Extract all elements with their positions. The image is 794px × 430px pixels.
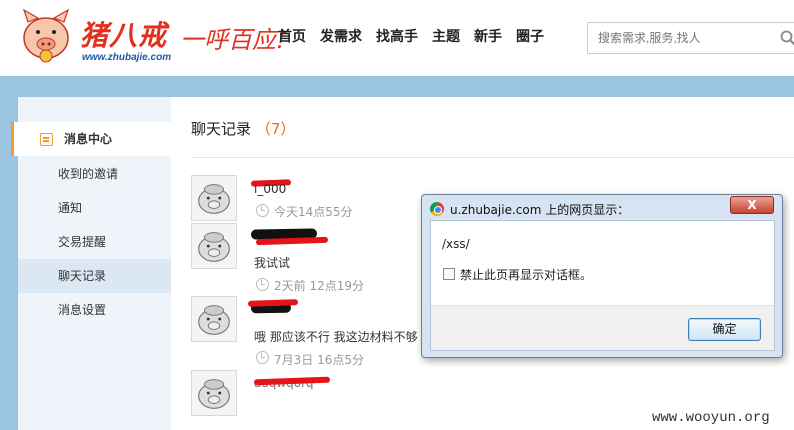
search-icon[interactable] xyxy=(780,30,794,46)
chat-count: （7） xyxy=(256,120,296,138)
sidebar-item-notifications[interactable]: 通知 xyxy=(18,191,171,225)
search-box xyxy=(587,22,794,54)
dialog-title: u.zhubajie.com 上的网页显示： xyxy=(450,203,630,217)
avatar[interactable] xyxy=(191,175,237,221)
page-title: 聊天记录 （7） xyxy=(191,118,295,139)
close-button[interactable]: X xyxy=(730,196,774,214)
pig-avatar-icon xyxy=(198,184,230,214)
ok-button[interactable]: 确定 xyxy=(688,318,761,341)
sidebar-item-label: 消息设置 xyxy=(58,303,107,317)
nav-topics[interactable]: 主题 xyxy=(432,26,460,46)
search-input[interactable] xyxy=(598,29,768,47)
dialog-message: /xss/ xyxy=(442,237,470,251)
clock-icon xyxy=(256,204,269,217)
chat-username[interactable]: i_000 xyxy=(254,182,286,196)
chrome-icon xyxy=(430,202,444,216)
sidebar-item-label: 收到的邀请 xyxy=(58,167,119,181)
brand-text: 猪八戒 xyxy=(80,19,168,52)
chat-message: 我试试 xyxy=(254,256,291,270)
nav-circles[interactable]: 圈子 xyxy=(516,26,544,46)
avatar[interactable] xyxy=(191,370,237,416)
clock-icon xyxy=(256,278,269,291)
chat-time: 7月3日 16点5分 xyxy=(274,353,364,367)
sidebar-item-trade-alerts[interactable]: 交易提醒 xyxy=(18,225,171,259)
nav-newbie[interactable]: 新手 xyxy=(474,26,502,46)
sidebar-item-invitations[interactable]: 收到的邀请 xyxy=(18,157,171,191)
sidebar-item-label: 聊天记录 xyxy=(58,269,107,283)
sidebar-header-label: 消息中心 xyxy=(64,132,113,146)
watermark: www.wooyun.org xyxy=(652,410,770,426)
pig-avatar-icon xyxy=(198,232,230,262)
dialog-body: /xss/ 禁止此页再显示对话框。 确定 xyxy=(430,220,775,351)
suppress-dialogs-checkbox[interactable] xyxy=(443,268,455,280)
sidebar-item-label: 通知 xyxy=(58,201,83,215)
alert-dialog: u.zhubajie.com 上的网页显示： X /xss/ 禁止此页再显示对话… xyxy=(421,194,783,358)
site-header: 猪八戒 www.zhubajie.com 一呼百应! 首页 发需求 找高手 主题… xyxy=(0,0,794,76)
chat-count-value: 7 xyxy=(270,120,281,138)
divider xyxy=(191,157,794,158)
pig-mascot-icon xyxy=(22,8,70,63)
count-close-paren: ） xyxy=(280,120,296,138)
chat-time: 今天14点55分 xyxy=(274,205,353,219)
count-open-paren: （ xyxy=(255,120,271,138)
clock-icon xyxy=(256,351,269,364)
avatar[interactable] xyxy=(191,223,237,269)
suppress-dialogs-label[interactable]: 禁止此页再显示对话框。 xyxy=(460,266,592,283)
pig-avatar-icon xyxy=(198,305,230,335)
pig-avatar-icon xyxy=(198,379,230,409)
sidebar-item-label: 交易提醒 xyxy=(58,235,107,249)
chat-time: 2天前 12点19分 xyxy=(274,279,364,293)
main-nav: 首页 发需求 找高手 主题 新手 圈子 xyxy=(278,26,544,46)
list-icon xyxy=(40,133,53,146)
nav-find-expert[interactable]: 找高手 xyxy=(376,26,418,46)
site-logo[interactable]: 猪八戒 www.zhubajie.com xyxy=(18,6,178,66)
slogan: 一呼百应! xyxy=(180,26,286,54)
nav-home[interactable]: 首页 xyxy=(278,26,306,46)
avatar[interactable] xyxy=(191,296,237,342)
sidebar-item-chat-history[interactable]: 聊天记录 xyxy=(18,259,171,293)
nav-post-request[interactable]: 发需求 xyxy=(320,26,362,46)
sidebar-header-message-center[interactable]: 消息中心 xyxy=(11,122,171,156)
chat-message: 哦 那应该不行 我这边材料不够 xyxy=(254,330,418,344)
sidebar-item-message-settings[interactable]: 消息设置 xyxy=(18,293,171,327)
brand-url: www.zhubajie.com xyxy=(82,52,172,63)
page-title-text: 聊天记录 xyxy=(191,120,252,138)
